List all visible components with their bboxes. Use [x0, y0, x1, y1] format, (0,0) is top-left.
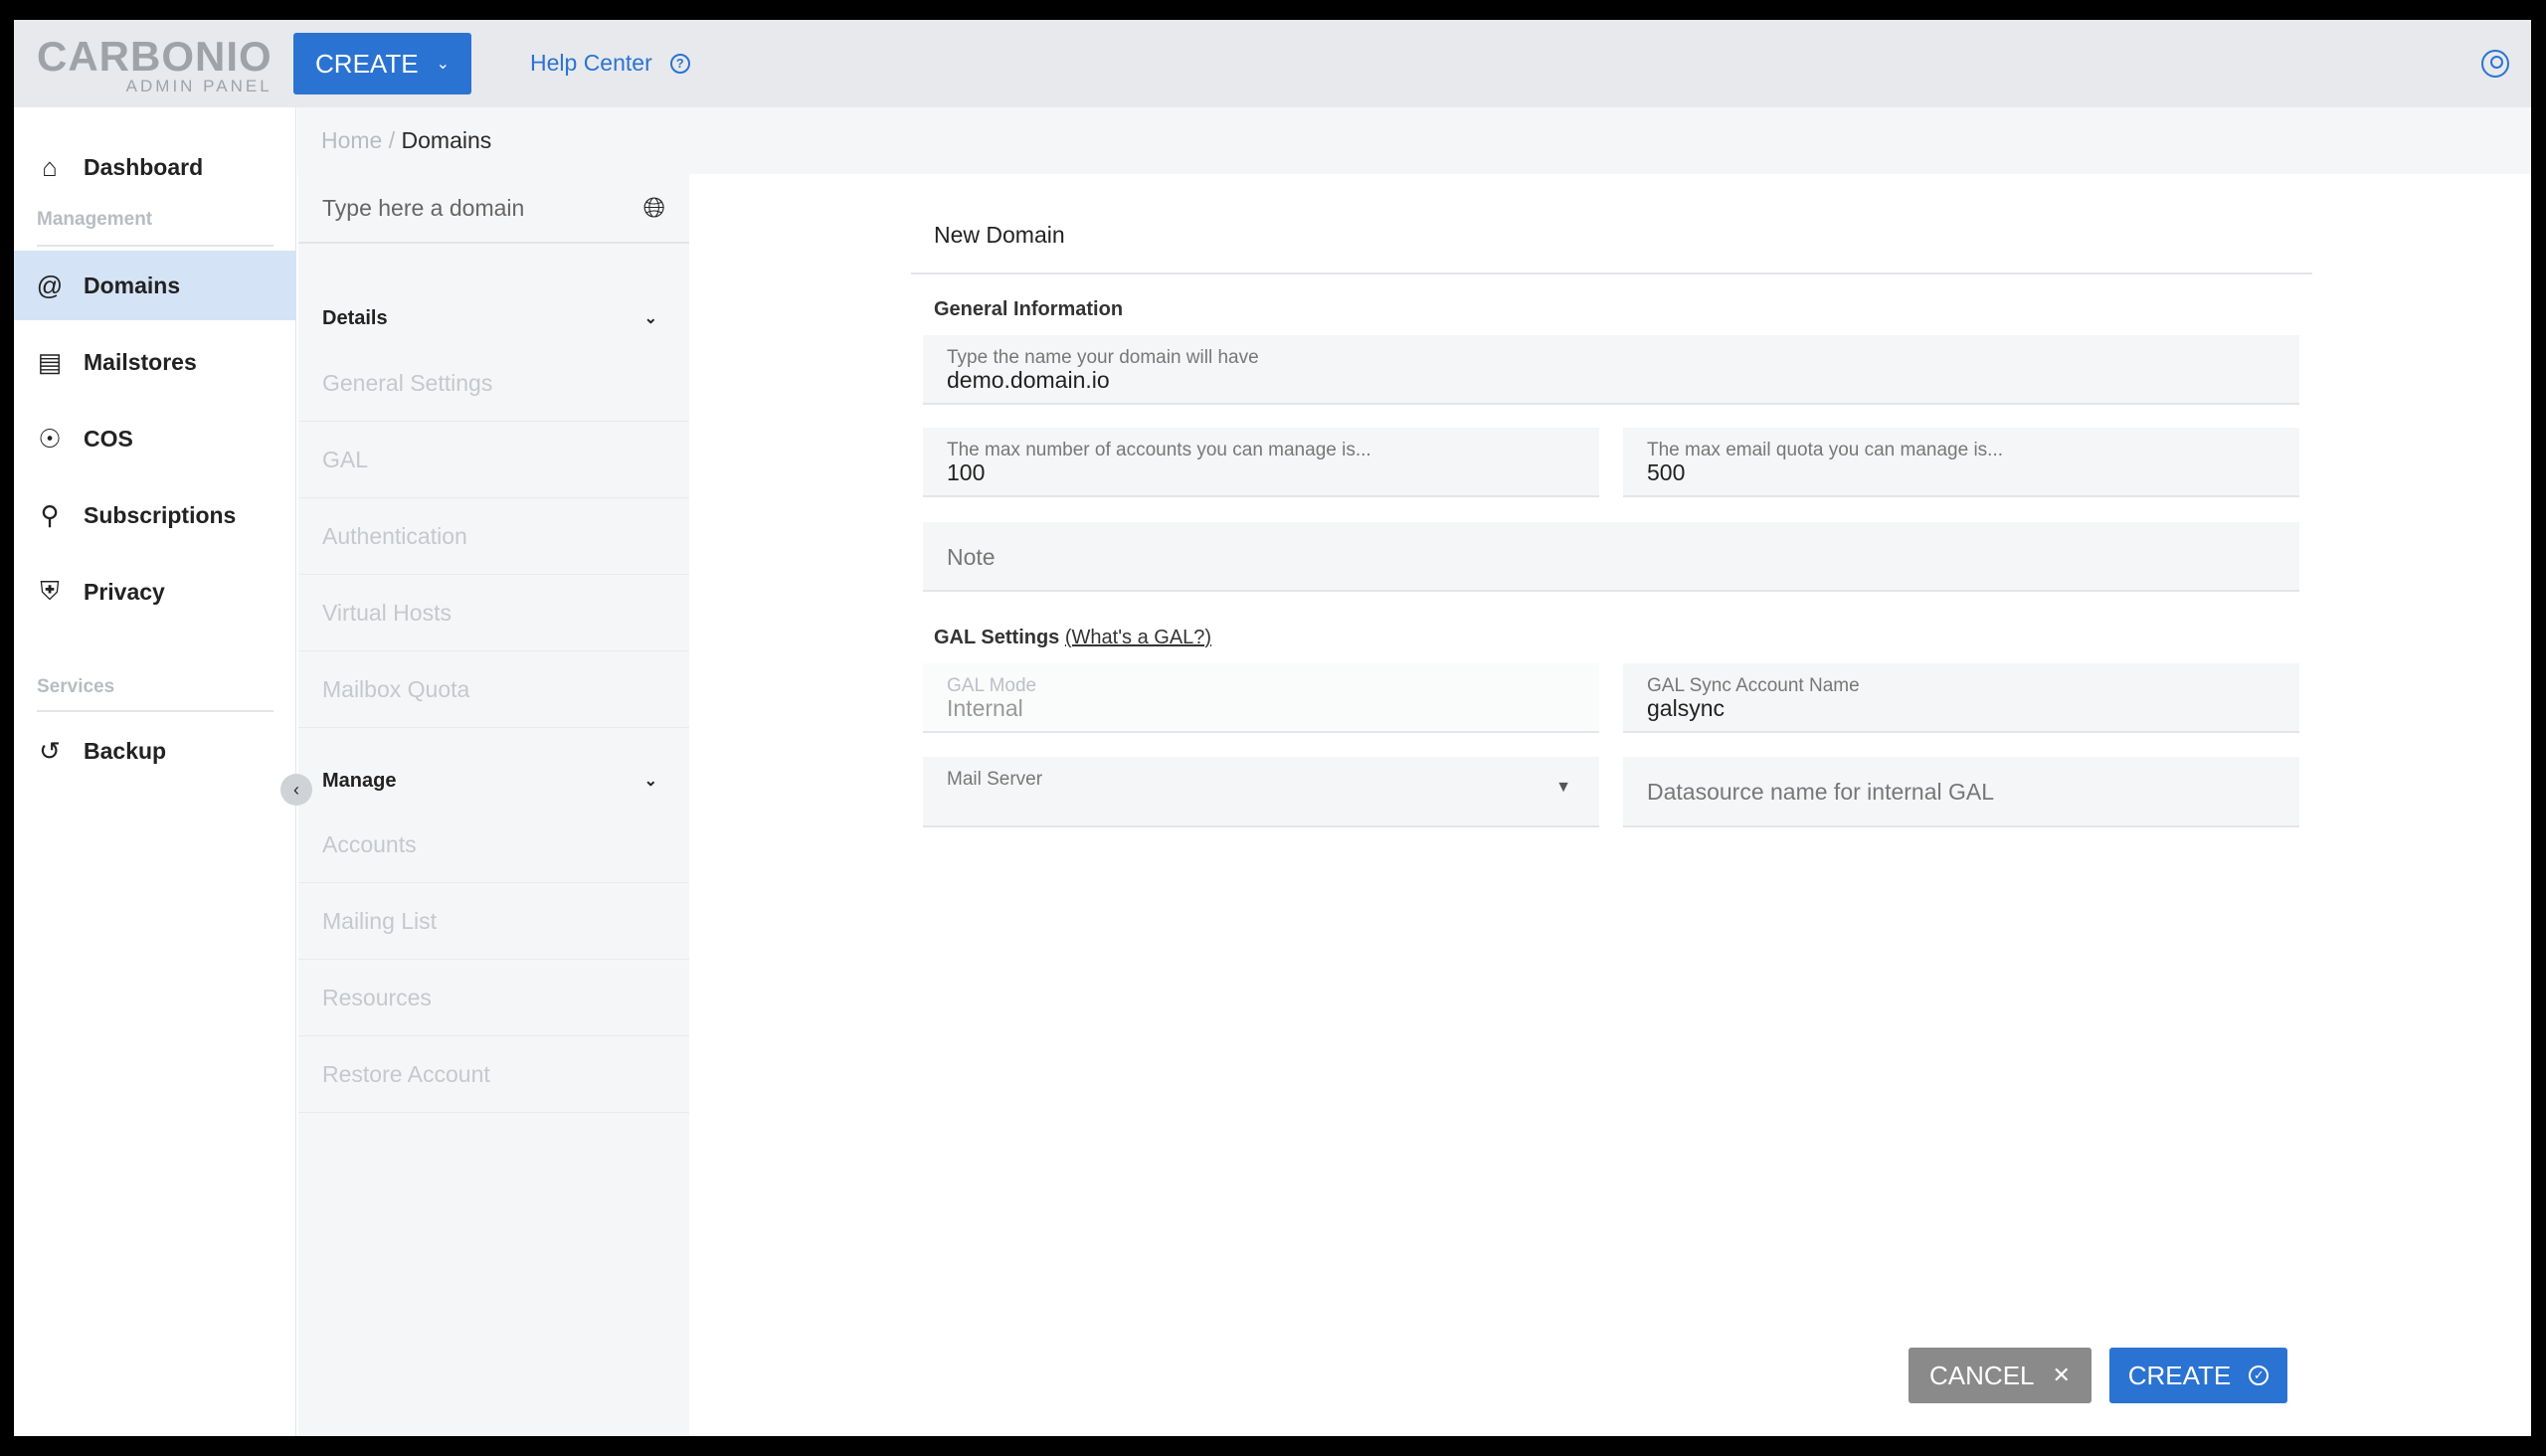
nav-label: Backup — [84, 737, 167, 764]
nav-label: Privacy — [84, 578, 165, 605]
panel-item-general-settings[interactable]: General Settings — [298, 345, 689, 422]
storage-icon: ▤ — [37, 346, 63, 377]
gal-heading-text: GAL Settings — [934, 627, 1060, 648]
restore-icon: ↺ — [39, 735, 61, 766]
user-account-icon[interactable] — [2481, 50, 2509, 78]
divider — [37, 245, 273, 247]
collapse-sidebar-button[interactable]: ‹ — [280, 774, 312, 806]
panel-item-mailing-list[interactable]: Mailing List — [298, 883, 689, 960]
home-icon: ⌂ — [42, 151, 58, 182]
carbonio-logo: CARBONIO ADMIN PANEL — [37, 36, 273, 95]
help-center-link[interactable]: Help Center ? — [530, 50, 690, 77]
check-circle-icon: ✓ — [2249, 1365, 2270, 1385]
panel-item-accounts[interactable]: Accounts — [298, 807, 689, 883]
max-quota-field[interactable]: The max email quota you can manage is...… — [1623, 428, 2299, 497]
app-window: CARBONIO ADMIN PANEL CREATE ⌄ Help Cente… — [14, 20, 2531, 1436]
create-button[interactable]: CREATE ✓ — [2109, 1348, 2287, 1403]
nav-label: Domains — [84, 272, 181, 298]
field-label: Type the name your domain will have — [947, 347, 1259, 368]
cos-icon: ☉ — [38, 423, 62, 454]
breadcrumb-home[interactable]: Home — [321, 127, 382, 154]
panel-item-gal[interactable]: GAL — [298, 422, 689, 498]
field-value: 100 — [947, 459, 986, 485]
shield-icon: ⛨ — [40, 576, 60, 606]
domain-search-input[interactable]: Type here a domain 🌐︎ — [298, 174, 689, 244]
search-placeholder: Type here a domain — [322, 194, 525, 221]
group-label: Details — [322, 306, 388, 329]
sidebar-item-subscriptions[interactable]: ⚲ Subscriptions — [14, 480, 296, 550]
field-value: 500 — [1647, 459, 1686, 485]
panel-item-authentication[interactable]: Authentication — [298, 498, 689, 575]
field-placeholder: Datasource name for internal GAL — [1647, 779, 1995, 805]
cancel-button[interactable]: CANCEL ✕ — [1909, 1348, 2091, 1403]
sidebar-item-cos[interactable]: ☉ COS — [14, 404, 296, 473]
sidebar-item-mailstores[interactable]: ▤ Mailstores — [14, 327, 296, 397]
sidebar-item-domains[interactable]: @ Domains — [14, 251, 296, 320]
gal-sync-account-field[interactable]: GAL Sync Account Name galsync — [1623, 663, 2299, 733]
logo-text: CARBONIO — [37, 33, 273, 80]
close-icon: ✕ — [2052, 1363, 2071, 1387]
domain-name-field[interactable]: Type the name your domain will have demo… — [923, 335, 2299, 405]
field-value: Internal — [947, 695, 1023, 721]
note-field[interactable]: Note — [923, 522, 2299, 592]
field-value: galsync — [1647, 695, 1725, 721]
max-accounts-field[interactable]: The max number of accounts you can manag… — [923, 428, 1599, 497]
breadcrumb-current: Domains — [401, 127, 492, 153]
general-info-heading: General Information — [934, 298, 1124, 320]
panel-item-mailbox-quota[interactable]: Mailbox Quota — [298, 651, 689, 728]
group-label: Manage — [322, 769, 397, 792]
mail-server-select[interactable]: Mail Server ▼ — [923, 757, 1599, 827]
field-label: The max number of accounts you can manag… — [947, 440, 1371, 460]
field-label: GAL Mode — [947, 675, 1037, 696]
details-group-header[interactable]: Details ⌄ — [298, 288, 689, 348]
form-title: New Domain — [934, 222, 1065, 248]
panel-item-restore-account[interactable]: Restore Account — [298, 1036, 689, 1113]
field-placeholder: Note — [947, 544, 996, 570]
breadcrumb-separator: / — [382, 127, 402, 153]
breadcrumb: Home / Domains — [297, 107, 2531, 174]
create-menu-button[interactable]: CREATE ⌄ — [293, 33, 471, 94]
create-label: CREATE — [315, 48, 419, 79]
cancel-label: CANCEL — [1929, 1360, 2035, 1390]
datasource-name-field[interactable]: Datasource name for internal GAL — [1623, 757, 2299, 827]
manage-group-header[interactable]: Manage ⌄ — [298, 751, 689, 811]
at-icon: @ — [36, 270, 64, 300]
domain-panel: Type here a domain 🌐︎ Details ⌄ General S… — [298, 174, 689, 1436]
nav-label: Subscriptions — [84, 501, 237, 528]
sidebar: ⌂ Dashboard Management @ Domains ▤ Mailstor… — [14, 107, 296, 1436]
sidebar-item-dashboard[interactable]: ⌂ Dashboard — [14, 132, 296, 202]
divider — [911, 273, 2312, 274]
chevron-left-icon: ‹ — [293, 779, 299, 800]
nav-label: Dashboard — [84, 153, 204, 180]
section-services: Services — [37, 676, 115, 697]
sidebar-item-backup[interactable]: ↺ Backup — [14, 716, 296, 786]
field-label: The max email quota you can manage is... — [1647, 440, 2004, 460]
divider — [37, 710, 273, 712]
field-label: GAL Sync Account Name — [1647, 675, 1860, 696]
nav-label: COS — [84, 425, 133, 452]
whats-a-gal-link[interactable]: (What's a GAL?) — [1065, 627, 1211, 648]
logo-subtext: ADMIN PANEL — [125, 77, 273, 95]
chevron-down-icon: ⌄ — [436, 56, 450, 73]
gal-settings-heading: GAL Settings (What's a GAL?) — [934, 627, 1211, 649]
question-icon: ? — [669, 53, 690, 74]
panel-item-resources[interactable]: Resources — [298, 960, 689, 1036]
field-label: Mail Server — [947, 769, 1043, 790]
globe-icon: 🌐︎ — [642, 191, 665, 223]
field-value: demo.domain.io — [947, 367, 1110, 393]
dropdown-arrow-icon: ▼ — [1555, 779, 1571, 796]
sidebar-item-privacy[interactable]: ⛨ Privacy — [14, 557, 296, 627]
top-bar: CARBONIO ADMIN PANEL CREATE ⌄ Help Cente… — [14, 20, 2531, 107]
chevron-down-icon: ⌄ — [643, 310, 657, 327]
section-management: Management — [37, 209, 153, 230]
panel-item-virtual-hosts[interactable]: Virtual Hosts — [298, 575, 689, 651]
nav-label: Mailstores — [84, 348, 197, 375]
award-icon: ⚲ — [40, 499, 60, 530]
help-label: Help Center — [530, 50, 652, 76]
chevron-down-icon: ⌄ — [643, 773, 657, 790]
gal-mode-field: GAL Mode Internal — [923, 663, 1599, 733]
create-label: CREATE — [2127, 1360, 2232, 1390]
